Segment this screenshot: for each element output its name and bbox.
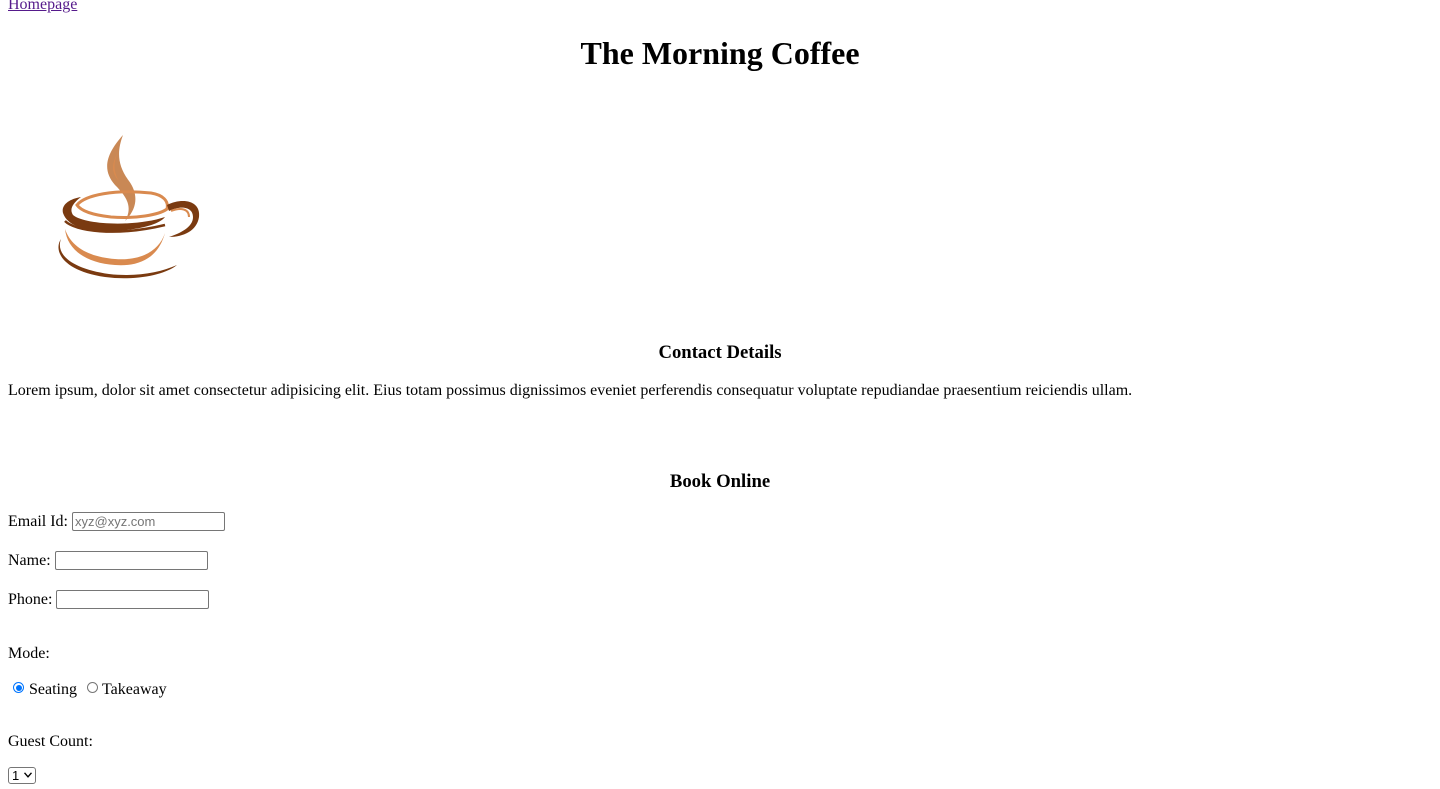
contact-details-heading: Contact Details [658,342,782,363]
contact-description: Lorem ipsum, dolor sit amet consectetur … [8,382,1133,399]
name-field[interactable] [55,551,208,570]
email-label: Email Id: [8,513,68,530]
chevron-down-icon [24,772,32,778]
seating-label: Seating [29,681,77,698]
name-label: Name: [8,552,51,569]
coffee-cup-icon [58,135,200,279]
homepage-link[interactable]: Homepage [8,0,77,14]
phone-label: Phone: [8,591,53,608]
guest-count-select[interactable]: 1 [8,767,36,784]
mode-label: Mode: [8,645,50,662]
seating-radio[interactable] [13,682,24,693]
book-online-heading: Book Online [669,471,771,492]
phone-field[interactable] [56,590,209,609]
guest-count-value: 1 [12,768,20,783]
guest-count-label: Guest Count: [8,733,93,750]
takeaway-radio[interactable] [87,682,98,693]
page-title: The Morning Coffee [580,35,860,71]
radio-selected-dot [15,684,22,691]
takeaway-label: Takeaway [102,681,167,698]
email-field[interactable] [72,512,225,531]
